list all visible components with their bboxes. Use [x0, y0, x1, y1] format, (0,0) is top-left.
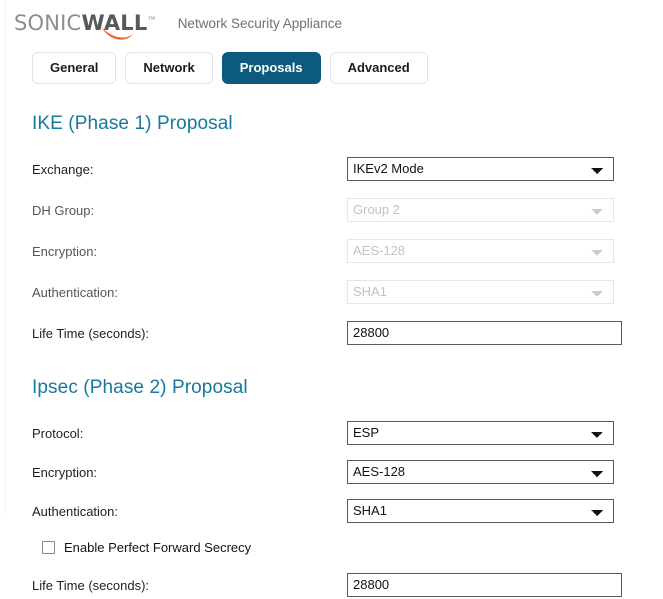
label-phase2-lifetime: Life Time (seconds): — [32, 577, 150, 593]
row-phase2-lifetime: Life Time (seconds): — [32, 571, 663, 599]
phase1-encryption-select: AES-128 — [347, 239, 614, 263]
label-dh-group: DH Group: — [32, 202, 95, 218]
row-exchange: Exchange: IKEv2 Mode — [32, 155, 663, 183]
label-phase1-encryption: Encryption: — [32, 243, 98, 259]
row-phase1-authentication: Authentication: SHA1 — [32, 278, 663, 306]
perfect-forward-secrecy-checkbox[interactable] — [42, 540, 55, 554]
logo-text-sonic: SONIC — [14, 11, 82, 35]
ipsec-phase2-title: Ipsec (Phase 2) Proposal — [32, 377, 248, 398]
app-header: SONICWALL™ Network Security Appliance — [0, 0, 663, 40]
perfect-forward-secrecy-label[interactable]: Enable Perfect Forward Secrecy — [64, 540, 251, 555]
phase2-lifetime-input[interactable] — [347, 573, 622, 597]
tab-bar: General Network Proposals Advanced — [0, 38, 663, 84]
dh-group-select: Group 2 — [347, 198, 614, 222]
logo-text-wall: WALL — [81, 11, 148, 35]
ipsec-phase2-section: Ipsec (Phase 2) Proposal Protocol: ESP E… — [0, 377, 663, 599]
label-phase1-lifetime: Life Time (seconds): — [32, 325, 150, 341]
label-phase1-authentication: Authentication: — [32, 284, 119, 300]
ike-phase1-form: Exchange: IKEv2 Mode DH Group: Group 2 E… — [32, 155, 663, 347]
content-left-rule — [5, 0, 6, 513]
label-phase2-encryption: Encryption: — [32, 464, 98, 480]
phase2-encryption-select[interactable]: AES-128 — [347, 460, 614, 484]
label-protocol: Protocol: — [32, 425, 84, 441]
tab-advanced[interactable]: Advanced — [329, 52, 428, 84]
row-phase1-encryption: Encryption: AES-128 — [32, 237, 663, 265]
row-protocol: Protocol: ESP — [32, 419, 663, 447]
ipsec-phase2-form: Protocol: ESP Encryption: AES-128 Authen… — [32, 419, 663, 599]
ike-phase1-title: IKE (Phase 1) Proposal — [32, 113, 233, 134]
row-phase1-lifetime: Life Time (seconds): — [32, 319, 663, 347]
logo-trademark: ™ — [147, 15, 156, 24]
label-exchange: Exchange: — [32, 161, 94, 177]
exchange-select[interactable]: IKEv2 Mode — [347, 157, 614, 181]
phase2-authentication-select[interactable]: SHA1 — [347, 499, 614, 523]
tab-general[interactable]: General — [32, 52, 117, 84]
sonicwall-logo: SONICWALL™ — [14, 11, 156, 40]
product-title: Network Security Appliance — [177, 16, 343, 31]
ike-phase1-section: IKE (Phase 1) Proposal Exchange: IKEv2 M… — [0, 113, 663, 347]
tab-proposals[interactable]: Proposals — [221, 52, 321, 84]
label-phase2-authentication: Authentication: — [32, 503, 119, 519]
row-perfect-forward-secrecy: Enable Perfect Forward Secrecy — [32, 536, 663, 558]
row-dh-group: DH Group: Group 2 — [32, 196, 663, 224]
row-phase2-encryption: Encryption: AES-128 — [32, 458, 663, 486]
protocol-select[interactable]: ESP — [347, 421, 614, 445]
phase1-lifetime-input[interactable] — [347, 321, 622, 345]
tab-network[interactable]: Network — [125, 52, 213, 84]
phase1-authentication-select: SHA1 — [347, 280, 614, 304]
row-phase2-authentication: Authentication: SHA1 — [32, 497, 663, 525]
